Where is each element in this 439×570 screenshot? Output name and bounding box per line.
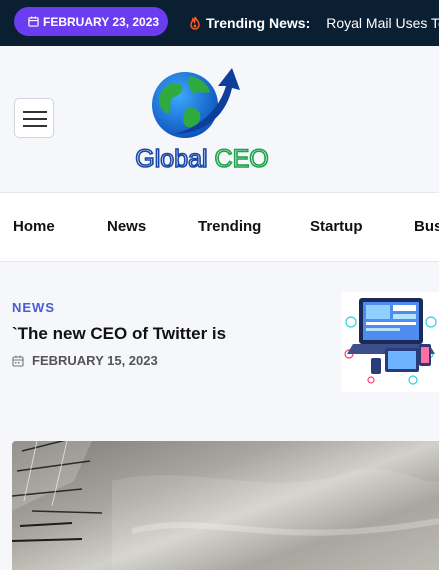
nav-business[interactable]: Bus bbox=[414, 193, 439, 261]
post-card: NEWS `The new CEO of Twitter is FEBRUARY… bbox=[0, 262, 439, 422]
post-category[interactable]: NEWS bbox=[12, 300, 55, 315]
nav-trending[interactable]: Trending bbox=[198, 193, 261, 261]
trending-headline-link[interactable]: Royal Mail Uses Tech bbox=[326, 15, 439, 31]
featured-image-art bbox=[12, 441, 439, 570]
nav-news[interactable]: News bbox=[107, 193, 146, 261]
site-logo[interactable]: Global CEO bbox=[112, 68, 292, 172]
date-badge: FEBRUARY 23, 2023 bbox=[14, 7, 168, 36]
calendar-icon bbox=[12, 355, 24, 367]
post-date: FEBRUARY 15, 2023 bbox=[12, 353, 158, 368]
hamburger-menu-button[interactable] bbox=[14, 98, 54, 138]
hamburger-menu-icon bbox=[23, 111, 47, 113]
site-header: Global CEO bbox=[0, 46, 439, 193]
top-bar: FEBRUARY 23, 2023 Trending News: Royal M… bbox=[0, 0, 439, 46]
trending-ticker: Trending News: Royal Mail Uses Tech bbox=[188, 0, 439, 46]
post-title[interactable]: `The new CEO of Twitter is bbox=[12, 324, 226, 344]
post-date-text: FEBRUARY 15, 2023 bbox=[32, 353, 158, 368]
logo-text: Global CEO bbox=[135, 145, 268, 172]
current-date: FEBRUARY 23, 2023 bbox=[43, 14, 160, 29]
main-navigation: Home News Trending Startup Bus bbox=[0, 193, 439, 262]
nav-startup[interactable]: Startup bbox=[310, 193, 363, 261]
fire-icon bbox=[190, 16, 200, 30]
globe-arrow-icon bbox=[152, 68, 240, 138]
nav-home[interactable]: Home bbox=[13, 193, 55, 261]
post-thumbnail[interactable] bbox=[341, 292, 439, 392]
featured-image[interactable] bbox=[12, 441, 439, 570]
trending-label: Trending News: bbox=[206, 15, 311, 31]
calendar-icon bbox=[28, 16, 39, 27]
